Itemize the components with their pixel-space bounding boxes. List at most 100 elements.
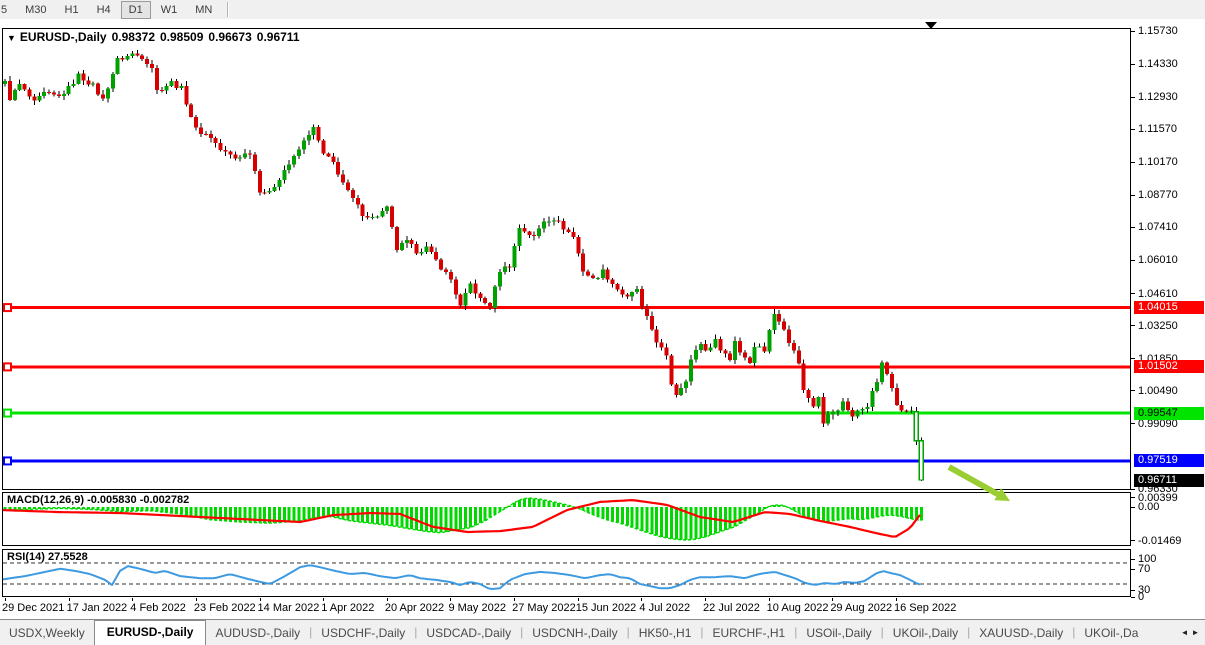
- candle-body: [885, 363, 889, 374]
- candle-body: [900, 405, 904, 411]
- tab-scroll-left-icon[interactable]: ◄: [1181, 628, 1189, 637]
- candle-body: [214, 138, 218, 143]
- macd-histogram-bar: [376, 507, 379, 524]
- chart-tab-usdcad-daily[interactable]: USDCAD-,Daily: [417, 622, 520, 645]
- candle-body: [312, 127, 316, 135]
- date-axis-label: 29 Dec 2021: [2, 602, 64, 614]
- chart-tab-ukoil-daily[interactable]: UKOil-,Daily: [884, 622, 967, 645]
- macd-histogram-bar: [170, 507, 173, 513]
- candle-body: [513, 246, 517, 268]
- price-level-handle-1.01502[interactable]: [4, 363, 11, 370]
- candle-body: [150, 64, 154, 68]
- candle-body: [758, 347, 762, 348]
- timeframe-button-m30[interactable]: M30: [17, 1, 54, 19]
- candle-body: [748, 358, 752, 363]
- candle-body: [816, 397, 820, 406]
- timeframe-button-d1[interactable]: D1: [121, 1, 151, 19]
- date-axis-tick: [832, 598, 833, 601]
- tab-scroll-right-icon[interactable]: ►: [1192, 628, 1200, 637]
- date-axis-label: 23 Feb 2022: [194, 602, 256, 614]
- macd-histogram-bar: [415, 507, 418, 530]
- candle-body: [121, 58, 125, 59]
- chart-tab-audusd-daily[interactable]: AUDUSD-,Daily: [206, 622, 309, 645]
- price-badge-1.04015: 1.04015: [1134, 301, 1204, 314]
- timeframe-button-w1[interactable]: W1: [153, 1, 186, 19]
- macd-histogram-bar: [538, 499, 541, 507]
- macd-histogram-bar: [283, 507, 286, 522]
- candle-body: [116, 58, 120, 74]
- candle-body: [601, 270, 605, 278]
- macd-histogram-bar: [694, 507, 697, 539]
- candle-body: [718, 339, 722, 351]
- date-axis-label: 29 Aug 2022: [830, 602, 892, 614]
- candlestick-chart: [3, 29, 1130, 489]
- candle-body: [704, 344, 708, 350]
- candle-body: [611, 280, 615, 284]
- timeframe-button-h1[interactable]: H1: [57, 1, 87, 19]
- chart-tab-eurchf-h1[interactable]: EURCHF-,H1: [704, 622, 795, 645]
- macd-histogram-bar: [802, 507, 805, 516]
- candle-body: [81, 74, 85, 81]
- candle-body: [464, 293, 468, 305]
- chart-tab-usoil-daily[interactable]: USOil-,Daily: [797, 622, 880, 645]
- candle-body: [219, 143, 223, 150]
- candle-body: [914, 412, 918, 441]
- macd-histogram-bar: [386, 507, 389, 525]
- chart-tab-usdcnh-daily[interactable]: USDCNH-,Daily: [523, 622, 626, 645]
- macd-histogram-bar: [724, 507, 727, 530]
- rsi-scale-tick: [1131, 590, 1135, 591]
- candle-body: [175, 81, 179, 88]
- candle-body: [469, 284, 473, 293]
- date-axis-label: 16 Sep 2022: [894, 602, 956, 614]
- chart-shift-marker-icon[interactable]: [925, 22, 937, 29]
- candle-body: [522, 228, 526, 232]
- macd-histogram-bar: [817, 507, 820, 521]
- timeframe-button-mn[interactable]: MN: [187, 1, 220, 19]
- candle-body: [101, 94, 105, 98]
- candle-body: [851, 410, 855, 417]
- candle-body: [797, 350, 801, 363]
- timeframe-button-5[interactable]: 5: [0, 1, 15, 19]
- chart-tab-usdx-weekly[interactable]: USDX,Weekly: [0, 622, 94, 645]
- open-value: 0.98372: [112, 30, 155, 44]
- chart-tab-xauusd-daily[interactable]: XAUUSD-,Daily: [970, 622, 1072, 645]
- chart-tab-usdchf-daily[interactable]: USDCHF-,Daily: [312, 622, 414, 645]
- chart-tab-hk50-h1[interactable]: HK50-,H1: [630, 622, 701, 645]
- price-axis-label: 1.14330: [1138, 58, 1178, 70]
- chart-tab-ukoil-da[interactable]: UKOil-,Da: [1075, 622, 1147, 645]
- candle-body: [699, 344, 703, 350]
- candle-body: [777, 314, 781, 321]
- candle-body: [743, 352, 747, 357]
- macd-histogram-bar: [185, 507, 188, 515]
- candle-body: [258, 171, 262, 192]
- candle-body: [473, 284, 477, 294]
- macd-histogram-bar: [533, 498, 536, 507]
- price-level-handle-1.04015[interactable]: [4, 304, 11, 311]
- candle-body: [199, 128, 203, 134]
- candle-body: [67, 86, 71, 94]
- chart-tab-eurusd-daily[interactable]: EURUSD-,Daily: [94, 620, 207, 645]
- toolbar-separator: [227, 2, 229, 17]
- price-axis-label: 1.06010: [1138, 254, 1178, 266]
- candle-body: [228, 151, 232, 154]
- candle-body: [287, 164, 291, 170]
- candle-body: [361, 204, 365, 216]
- macd-histogram-bar: [655, 507, 658, 536]
- chart-dropdown-icon[interactable]: ▼: [7, 33, 16, 43]
- candle-body: [640, 289, 644, 306]
- macd-histogram-bar: [435, 507, 438, 533]
- candle-body: [371, 217, 375, 218]
- price-level-handle-0.97519[interactable]: [4, 457, 11, 464]
- candle-body: [787, 329, 791, 343]
- candle-body: [434, 252, 438, 260]
- price-axis-label: 1.00490: [1138, 385, 1178, 397]
- price-level-handle-0.99547[interactable]: [4, 410, 11, 417]
- candle-body: [870, 391, 874, 407]
- price-axis-tick: [1131, 423, 1135, 424]
- candle-body: [547, 222, 551, 223]
- timeframe-button-h4[interactable]: H4: [89, 1, 119, 19]
- candle-body: [351, 190, 355, 198]
- date-axis-tick: [450, 598, 451, 601]
- tab-scroll-buttons: ◄ ►: [1175, 620, 1205, 645]
- price-axis-tick: [1131, 489, 1135, 490]
